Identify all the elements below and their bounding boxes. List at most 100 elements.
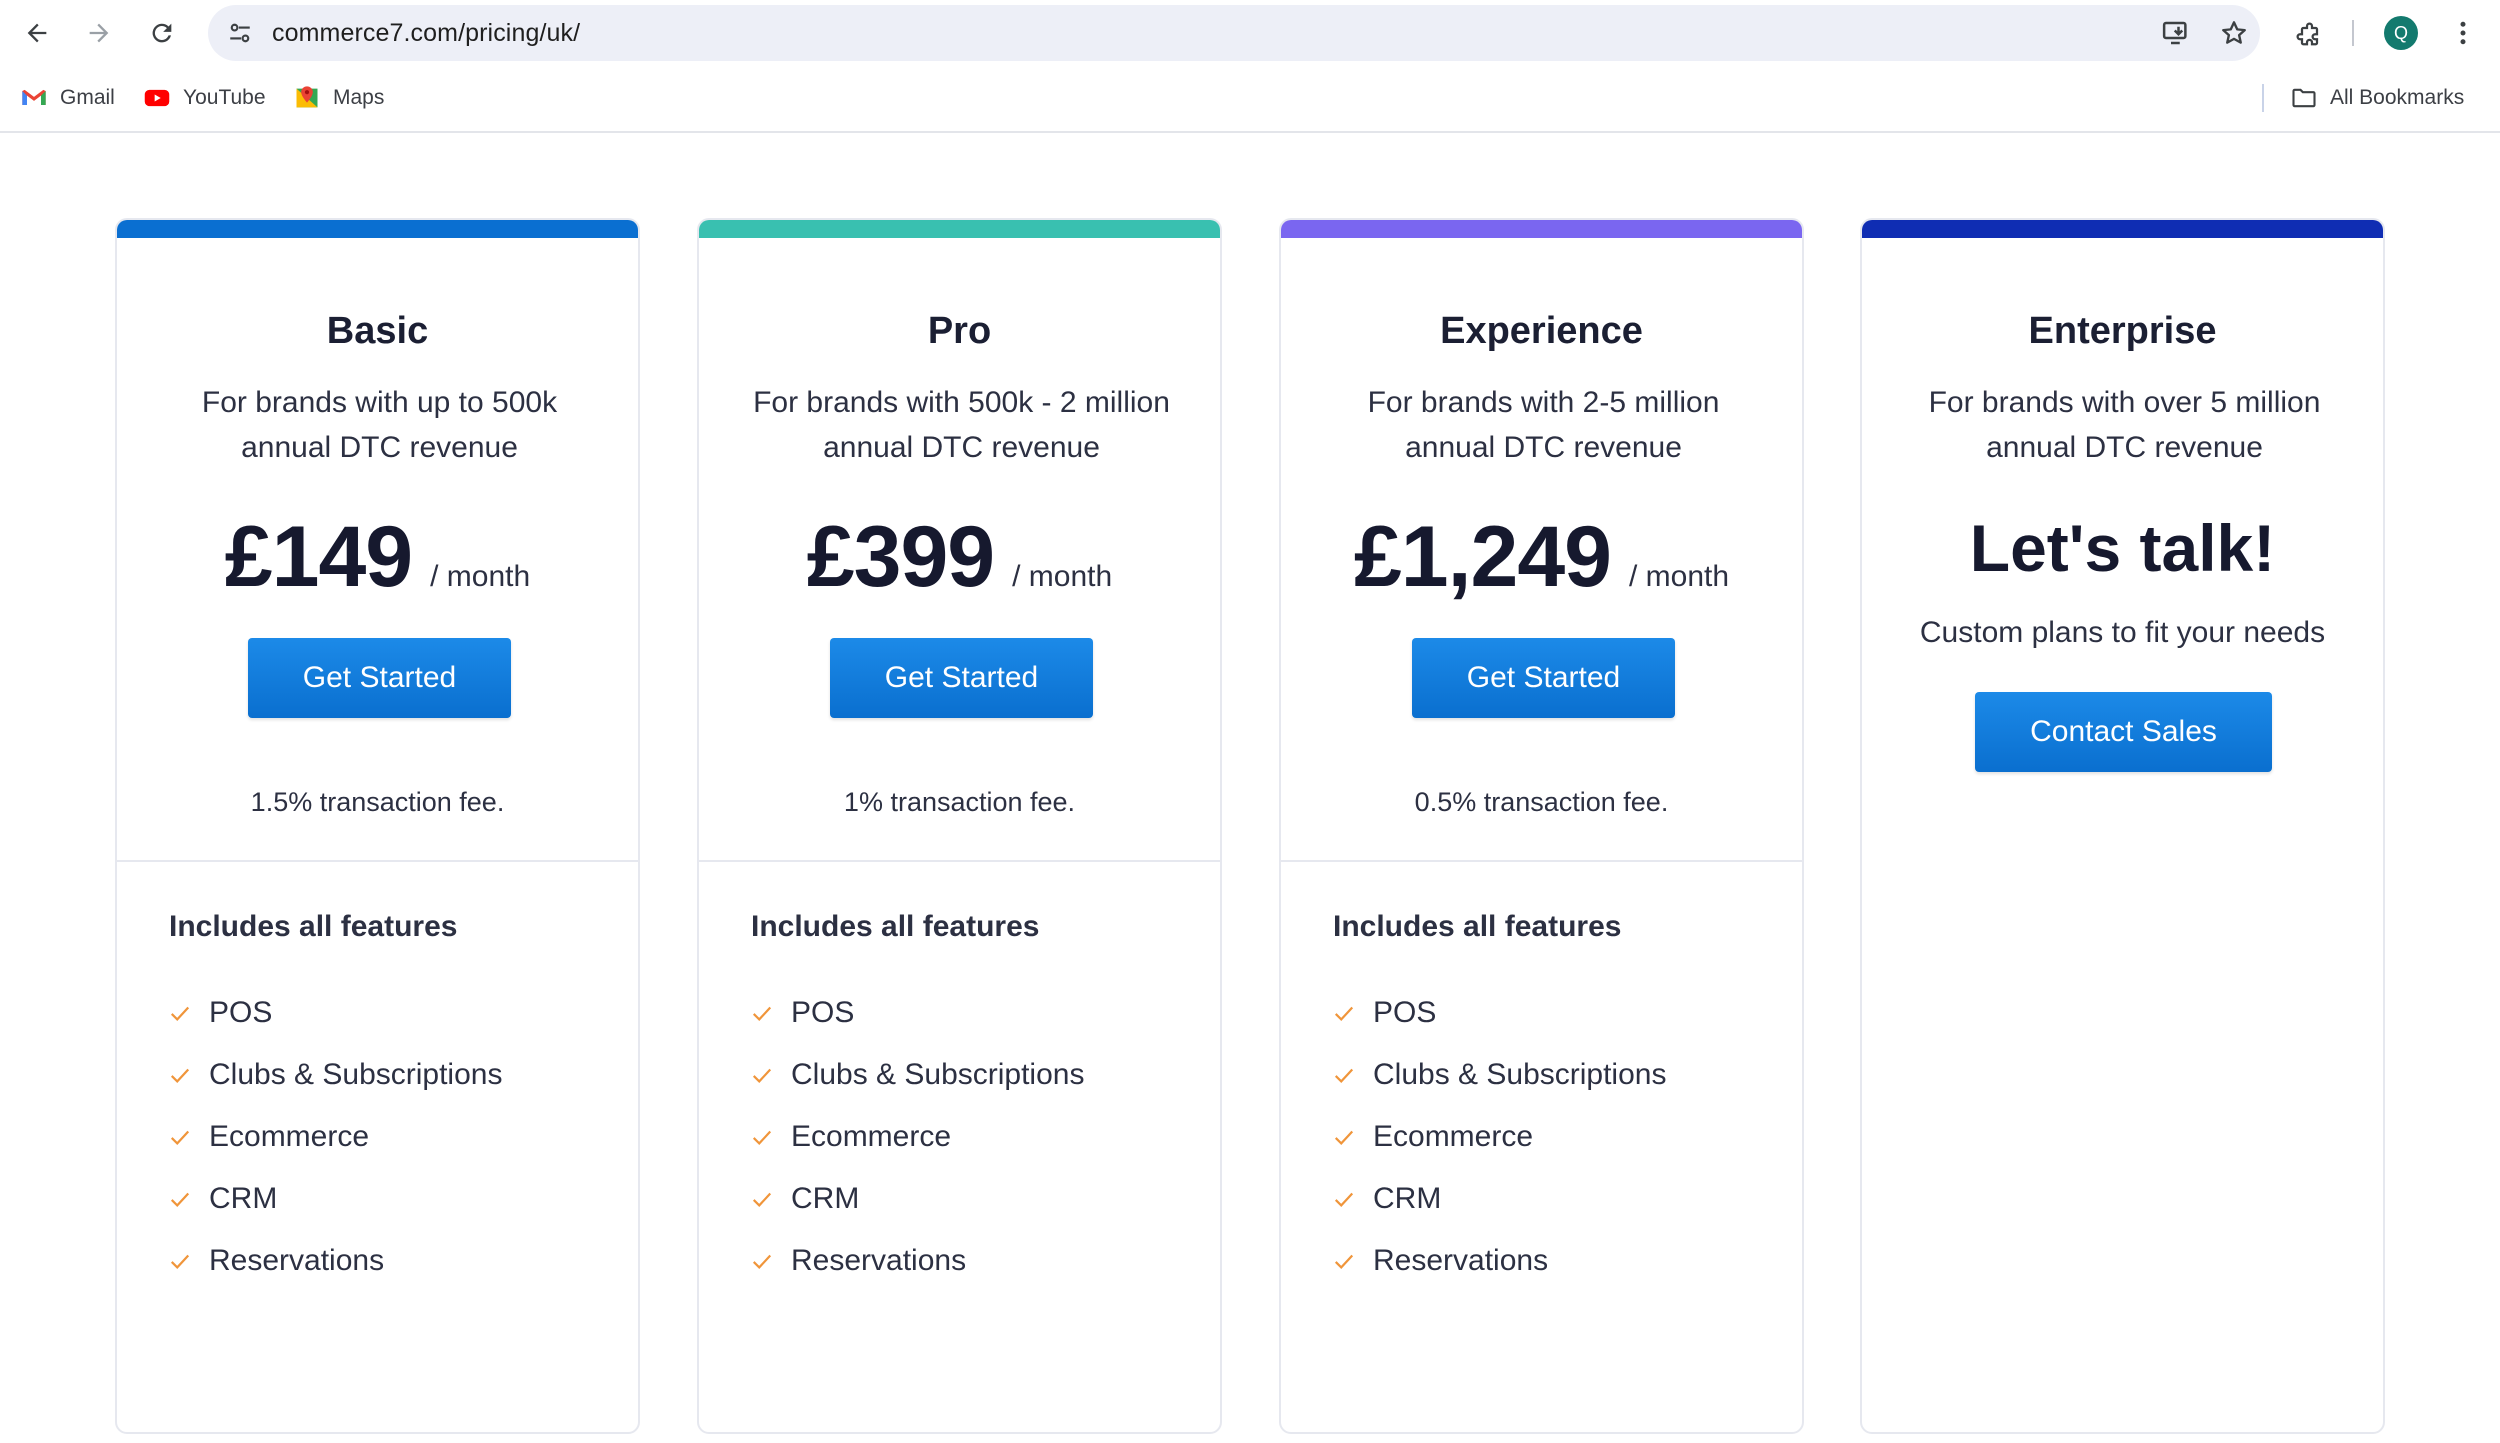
plan-description: For brands with up to 500k annual DTC re… (201, 386, 558, 464)
toolbar-divider (2352, 20, 2354, 46)
all-bookmarks-button[interactable]: All Bookmarks (2290, 80, 2464, 116)
plan-price: £399 (806, 509, 995, 605)
bookmark-maps[interactable]: Maps (293, 80, 384, 116)
check-icon (1334, 1254, 1354, 1270)
contact-sales-button[interactable]: Contact Sales (1975, 692, 2272, 772)
get-started-button[interactable]: Get Started (830, 638, 1093, 718)
bookmarks-bar: Gmail YouTube Maps All Bookmarks (0, 76, 2500, 120)
feature-label: Ecommerce (1373, 1120, 1534, 1153)
feature-item: CRM (1333, 1168, 1666, 1230)
check-icon (1334, 1130, 1354, 1146)
feature-label: CRM (209, 1182, 278, 1215)
more-vert-icon (2460, 21, 2466, 45)
gmail-icon (22, 89, 46, 105)
folder-icon (2292, 88, 2316, 108)
feature-item: Ecommerce (1333, 1106, 1666, 1168)
feature-list: POS Clubs & Subscriptions Ecommerce CRM … (169, 982, 502, 1292)
features-title: Includes all features (169, 910, 458, 943)
plan-name: Basic (326, 310, 429, 352)
plan-description: For brands with over 5 million annual DT… (1928, 386, 2321, 464)
bookmark-youtube[interactable]: YouTube (143, 80, 266, 116)
forward-button[interactable] (80, 14, 118, 52)
reload-button[interactable] (143, 14, 181, 52)
browser-menu-button[interactable] (2444, 14, 2482, 52)
feature-label: POS (209, 996, 273, 1029)
feature-item: CRM (751, 1168, 1084, 1230)
check-icon (170, 1006, 190, 1022)
feature-label: Clubs & Subscriptions (791, 1058, 1085, 1091)
browser-toolbar: commerce7.com/pricing/uk/ Q (0, 0, 2500, 67)
site-info-button[interactable] (222, 15, 258, 51)
feature-label: Ecommerce (791, 1120, 952, 1153)
feature-label: Reservations (791, 1244, 967, 1277)
feature-item: POS (751, 982, 1084, 1044)
all-bookmarks-label: All Bookmarks (2330, 86, 2465, 109)
feature-item: Reservations (169, 1230, 502, 1292)
feature-item: POS (169, 982, 502, 1044)
price-period: / month (1628, 560, 1730, 593)
price-period: / month (430, 560, 531, 593)
url-text[interactable]: commerce7.com/pricing/uk/ (272, 19, 580, 48)
feature-label: Reservations (209, 1244, 385, 1277)
enterprise-subtext: Custom plans to fit your needs (1919, 616, 2326, 649)
profile-avatar[interactable]: Q (2384, 16, 2418, 50)
feature-item: Reservations (751, 1230, 1084, 1292)
plan-accent-bar (1862, 220, 2383, 238)
check-icon (170, 1068, 190, 1084)
check-icon (752, 1192, 772, 1208)
feature-label: Clubs & Subscriptions (209, 1058, 503, 1091)
feature-item: Ecommerce (751, 1106, 1084, 1168)
check-icon (1334, 1006, 1354, 1022)
back-button[interactable] (18, 14, 56, 52)
enterprise-headline: Let's talk! (1969, 511, 2276, 585)
get-started-button[interactable]: Get Started (248, 638, 511, 718)
maps-icon (296, 86, 318, 108)
install-desktop-icon (2162, 21, 2187, 45)
plan-card-enterprise: Enterprise For brands with over 5 millio… (1860, 218, 2385, 1434)
feature-label: Reservations (1373, 1244, 1549, 1277)
features-title: Includes all features (751, 910, 1040, 943)
plan-card-pro: Pro For brands with 500k - 2 million ann… (697, 218, 1222, 1434)
youtube-icon (144, 89, 170, 107)
feature-item: Clubs & Subscriptions (751, 1044, 1084, 1106)
bookmark-label: Gmail (60, 86, 115, 109)
feature-item: Ecommerce (169, 1106, 502, 1168)
plan-name: Pro (927, 310, 992, 352)
arrow-left-icon (27, 23, 47, 43)
check-icon (752, 1068, 772, 1084)
plan-price: £1,249 (1353, 509, 1612, 605)
feature-label: CRM (791, 1182, 860, 1215)
price-period: / month (1012, 560, 1113, 593)
plan-description: For brands with 2-5 million annual DTC r… (1367, 386, 1720, 464)
transaction-fee: 0.5% transaction fee. (1414, 787, 1669, 817)
transaction-fee: 1% transaction fee. (843, 787, 1076, 817)
plan-card-experience: Experience For brands with 2-5 million a… (1279, 218, 1804, 1434)
feature-list: POS Clubs & Subscriptions Ecommerce CRM … (1333, 982, 1666, 1292)
plan-accent-bar (117, 220, 638, 238)
feature-item: Clubs & Subscriptions (169, 1044, 502, 1106)
plan-card-basic: Basic For brands with up to 500k annual … (115, 218, 640, 1434)
bookmarks-divider (2262, 84, 2264, 112)
plan-name: Experience (1440, 310, 1643, 352)
get-started-button[interactable]: Get Started (1412, 638, 1675, 718)
price-row: £399 / month (699, 508, 1220, 607)
price-row: £1,249 / month (1281, 508, 1802, 607)
bookmark-star-button[interactable] (2218, 17, 2250, 49)
feature-label: CRM (1373, 1182, 1442, 1215)
check-icon (170, 1192, 190, 1208)
puzzle-icon (2296, 22, 2319, 46)
features-title: Includes all features (1333, 910, 1622, 943)
feature-item: Reservations (1333, 1230, 1666, 1292)
plan-price: £149 (224, 509, 413, 605)
card-divider (1281, 860, 1802, 862)
plan-name: Enterprise (2028, 310, 2217, 352)
card-divider (699, 860, 1220, 862)
extensions-button[interactable] (2288, 14, 2326, 52)
browser-chrome: commerce7.com/pricing/uk/ Q Gmail YouTub… (0, 0, 2500, 133)
bookmark-label: Maps (333, 86, 385, 109)
address-bar[interactable]: commerce7.com/pricing/uk/ (208, 5, 2260, 61)
bookmark-gmail[interactable]: Gmail (20, 80, 115, 116)
install-app-button[interactable] (2160, 17, 2192, 49)
plan-description: For brands with 500k - 2 million annual … (753, 386, 1170, 464)
feature-label: POS (1373, 996, 1437, 1029)
